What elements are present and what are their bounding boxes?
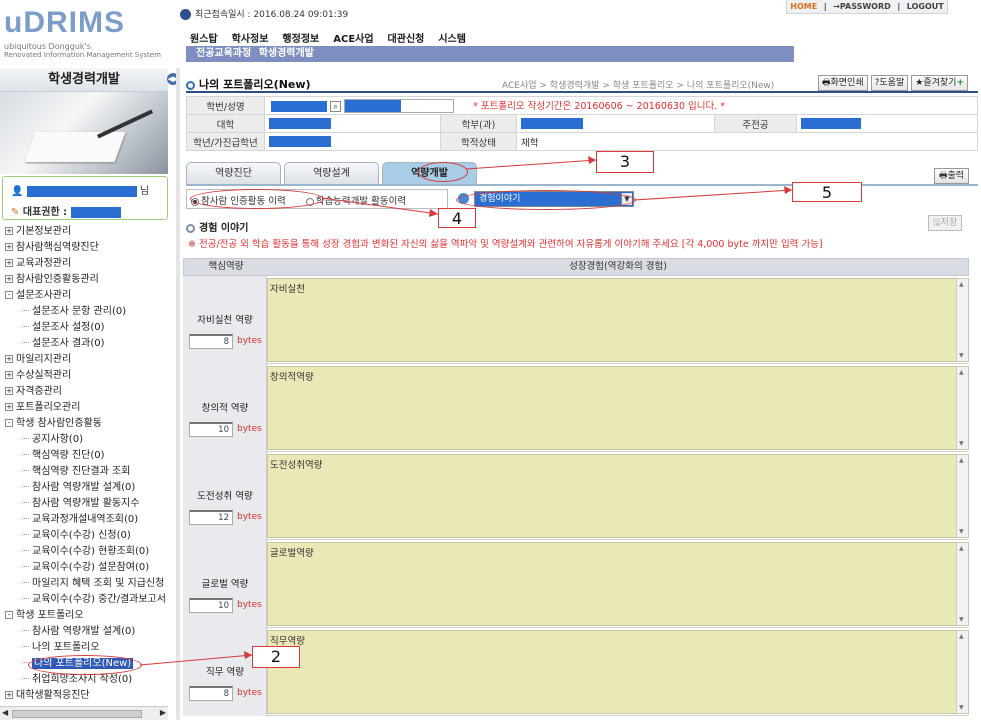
annotation-ellipse: [190, 189, 324, 209]
annotation-ellipse: [456, 190, 636, 210]
annotation-arrows: [139, 156, 793, 666]
annotation-ellipse: [418, 162, 468, 182]
annotation-label: 4: [438, 208, 476, 228]
annotation-ellipse: [28, 655, 142, 675]
annotation-label: 5: [792, 182, 862, 202]
annotation-label: 2: [252, 646, 300, 668]
annotation-label: 3: [596, 151, 654, 173]
